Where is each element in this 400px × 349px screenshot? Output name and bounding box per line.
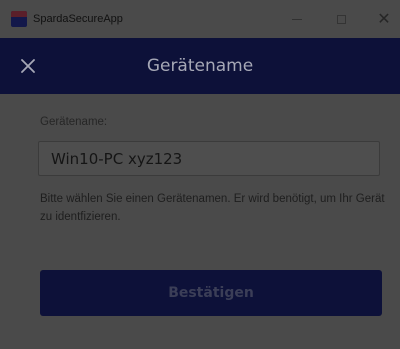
app-window: SpardaSecureApp ✕ Gerätename Gerätename:… xyxy=(0,0,400,349)
device-name-help-text: Bitte wählen Sie einen Gerätenamen. Er w… xyxy=(40,193,385,223)
window-close-icon: ✕ xyxy=(377,9,391,28)
page-title: Gerätename xyxy=(146,56,254,76)
main-content: Gerätename: Bitte wählen Sie einen Gerät… xyxy=(0,94,400,349)
device-name-input[interactable] xyxy=(38,141,380,176)
app-icon xyxy=(11,11,27,27)
confirm-button[interactable]: Bestätigen xyxy=(40,270,382,316)
app-icon-stripe xyxy=(11,11,27,17)
header-close-button[interactable] xyxy=(18,56,38,76)
device-name-label: Gerätename: xyxy=(40,116,108,128)
maximize-icon xyxy=(336,14,346,24)
maximize-button[interactable] xyxy=(329,8,353,30)
app-title: SpardaSecureApp xyxy=(33,13,123,25)
app-header: Gerätename xyxy=(0,38,400,94)
minimize-button[interactable] xyxy=(285,8,309,30)
os-titlebar[interactable]: SpardaSecureApp ✕ xyxy=(0,0,400,38)
window-close-button[interactable]: ✕ xyxy=(372,8,396,30)
minimize-icon xyxy=(292,18,302,20)
close-icon xyxy=(21,59,35,73)
